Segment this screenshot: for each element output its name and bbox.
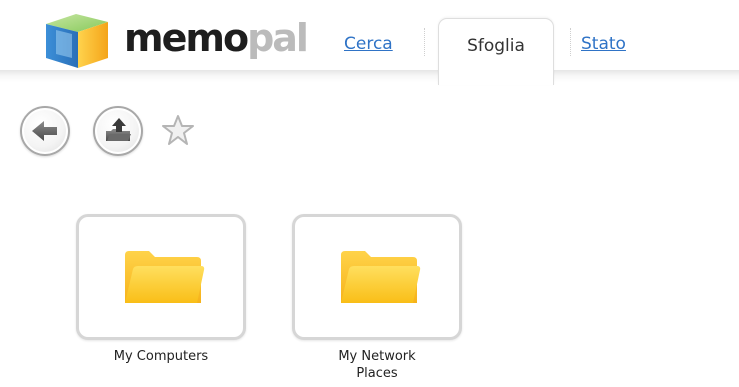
folder-label-line: My Network (338, 349, 416, 364)
star-icon (162, 115, 194, 145)
memopal-browser: memopal Cerca Sfoglia Stato My Computers… (0, 0, 739, 387)
header-divider (0, 70, 739, 82)
logo-wordmark: memopal (124, 16, 309, 60)
folder-tile-frame (292, 214, 462, 340)
logo-cube-icon (46, 14, 108, 68)
tab-sfoglia[interactable]: Sfoglia (438, 18, 554, 85)
up-folder-button[interactable] (93, 106, 143, 156)
header-bar: memopal Cerca Sfoglia Stato (0, 0, 739, 85)
folder-icon (341, 251, 421, 303)
back-button[interactable] (20, 106, 70, 156)
folder-icon (125, 251, 205, 303)
logo-word-light: pal (247, 16, 309, 60)
folder-label-my-network-places: My Network Places (292, 348, 462, 382)
up-folder-icon (106, 118, 131, 141)
tab-separator (570, 28, 571, 56)
tab-cerca[interactable]: Cerca (344, 34, 393, 54)
folder-label-my-computers: My Computers (113, 349, 209, 364)
folder-label-line: Places (356, 366, 398, 381)
back-arrow-icon (32, 121, 57, 141)
folder-tile-frame (76, 214, 246, 340)
logo-word-dark: memo (124, 16, 249, 60)
tab-separator (424, 28, 425, 56)
folder-tile-my-network-places[interactable] (292, 214, 462, 340)
tab-stato[interactable]: Stato (581, 34, 626, 54)
folder-tile-my-computers[interactable] (76, 214, 246, 340)
tab-sfoglia-label: Sfoglia (467, 36, 525, 56)
favorite-star-button[interactable] (161, 114, 195, 146)
memopal-logo: memopal (38, 14, 338, 68)
